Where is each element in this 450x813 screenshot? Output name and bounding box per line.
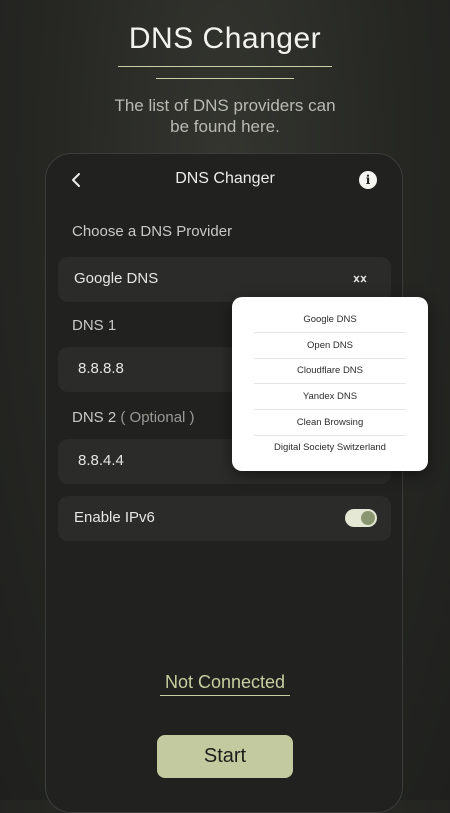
start-button[interactable]: Start [157,735,293,778]
ipv6-row: Enable IPv6 [58,496,391,541]
info-icon[interactable]: i [359,171,377,189]
providers-list-link[interactable]: The list of DNS providers can be found h… [105,95,345,137]
ipv6-label: Enable IPv6 [74,509,155,526]
dropdown-option-google-dns[interactable]: Google DNS [254,307,406,333]
dns1-value: 8.8.8.8 [78,360,124,377]
toggle-knob [361,511,375,525]
provider-selected-value: Google DNS [74,270,159,287]
dropdown-option-clean-browsing[interactable]: Clean Browsing [254,410,406,436]
double-chevron-icon [353,275,367,283]
hero-title: DNS Changer [128,22,322,55]
provider-dropdown-menu: Google DNS Open DNS Cloudflare DNS Yande… [232,297,428,471]
dropdown-option-open-dns[interactable]: Open DNS [254,333,406,359]
dropdown-option-digital-society[interactable]: Digital Society Switzerland [254,435,406,460]
dns1-label: DNS 1 [72,317,117,334]
dropdown-option-cloudflare-dns[interactable]: Cloudflare DNS [254,358,406,384]
connection-status: Not Connected [164,672,286,692]
app-bar-title: DNS Changer [175,170,275,187]
status-underline [160,695,290,696]
dns2-optional-text: ( Optional ) [120,409,195,426]
title-underline [118,66,332,67]
dns2-label-text: DNS 2 [72,409,117,426]
provider-select[interactable]: Google DNS [58,257,391,302]
title-underline-short [156,78,294,79]
dns2-label: DNS 2 ( Optional ) [72,409,195,426]
dropdown-option-yandex-dns[interactable]: Yandex DNS [254,384,406,410]
ipv6-toggle[interactable] [345,509,377,527]
provider-label: Choose a DNS Provider [72,223,233,240]
dns2-value: 8.8.4.4 [78,452,124,469]
